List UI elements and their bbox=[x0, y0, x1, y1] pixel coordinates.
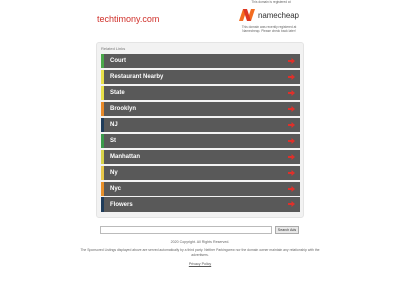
color-stripe bbox=[101, 54, 104, 69]
related-link-label: Ny bbox=[110, 169, 118, 176]
color-stripe bbox=[101, 149, 104, 164]
related-link-label: Restaurant Nearby bbox=[110, 74, 164, 81]
related-link-label: NJ bbox=[110, 121, 118, 128]
color-stripe bbox=[101, 85, 104, 101]
related-link-item[interactable]: Brooklyn bbox=[101, 101, 300, 116]
namecheap-logo-icon bbox=[239, 9, 255, 21]
related-link-item[interactable]: Nyc bbox=[101, 181, 300, 196]
related-link-item[interactable]: NJ bbox=[101, 117, 300, 132]
privacy-policy-link[interactable]: Privacy Policy bbox=[0, 262, 400, 266]
search-ads-button[interactable]: Search Ads bbox=[275, 226, 299, 234]
arrow-right-icon bbox=[288, 121, 295, 128]
search-row: Search Ads bbox=[100, 226, 300, 234]
arrow-right-icon bbox=[288, 73, 295, 80]
related-link-label: Brooklyn bbox=[110, 105, 137, 112]
registrar-name: namecheap bbox=[258, 10, 299, 20]
related-link-item[interactable]: State bbox=[101, 85, 300, 101]
color-stripe bbox=[101, 133, 104, 148]
related-links-list: Court Restaurant Nearby State Brooklyn NJ St M… bbox=[101, 54, 300, 213]
arrow-right-icon bbox=[288, 58, 295, 64]
related-link-item[interactable]: Ny bbox=[101, 165, 300, 180]
color-stripe bbox=[101, 101, 104, 116]
related-link-item[interactable]: Restaurant Nearby bbox=[101, 69, 300, 85]
arrow-right-icon bbox=[288, 137, 295, 144]
registered-note: This domain is registered at bbox=[251, 0, 291, 4]
registrar-description: This domain was recently registered at N… bbox=[241, 25, 297, 33]
arrow-right-icon bbox=[288, 169, 295, 176]
related-link-label: Flowers bbox=[110, 201, 133, 208]
related-link-label: Manhattan bbox=[110, 153, 140, 160]
search-input[interactable] bbox=[100, 226, 272, 234]
related-link-item[interactable]: St bbox=[101, 133, 300, 148]
registrar-logo[interactable]: namecheap bbox=[238, 7, 300, 23]
related-link-label: State bbox=[110, 89, 125, 96]
arrow-right-icon bbox=[288, 89, 295, 96]
arrow-right-icon bbox=[288, 185, 295, 192]
color-stripe bbox=[101, 165, 104, 180]
disclaimer-text: The Sponsored Listings displayed above a… bbox=[80, 248, 320, 257]
arrow-right-icon bbox=[288, 201, 295, 208]
color-stripe bbox=[101, 197, 104, 212]
panel-title: Related Links bbox=[101, 46, 126, 51]
related-link-label: St bbox=[110, 137, 116, 144]
color-stripe bbox=[101, 117, 104, 132]
related-link-item[interactable]: Flowers bbox=[101, 197, 300, 212]
color-stripe bbox=[101, 69, 104, 85]
related-link-label: Nyc bbox=[110, 185, 122, 192]
related-link-item[interactable]: Court bbox=[101, 54, 300, 69]
related-links-panel: Related Links Court Restaurant Nearby Stat… bbox=[96, 42, 304, 218]
copyright-text: 2020 Copyright. All Rights Reserved. bbox=[170, 240, 230, 244]
related-link-item[interactable]: Manhattan bbox=[101, 149, 300, 164]
domain-title: techtimony.com bbox=[97, 14, 160, 24]
arrow-right-icon bbox=[288, 153, 295, 160]
arrow-right-icon bbox=[288, 105, 295, 112]
color-stripe bbox=[101, 181, 104, 196]
related-link-label: Court bbox=[110, 58, 126, 65]
